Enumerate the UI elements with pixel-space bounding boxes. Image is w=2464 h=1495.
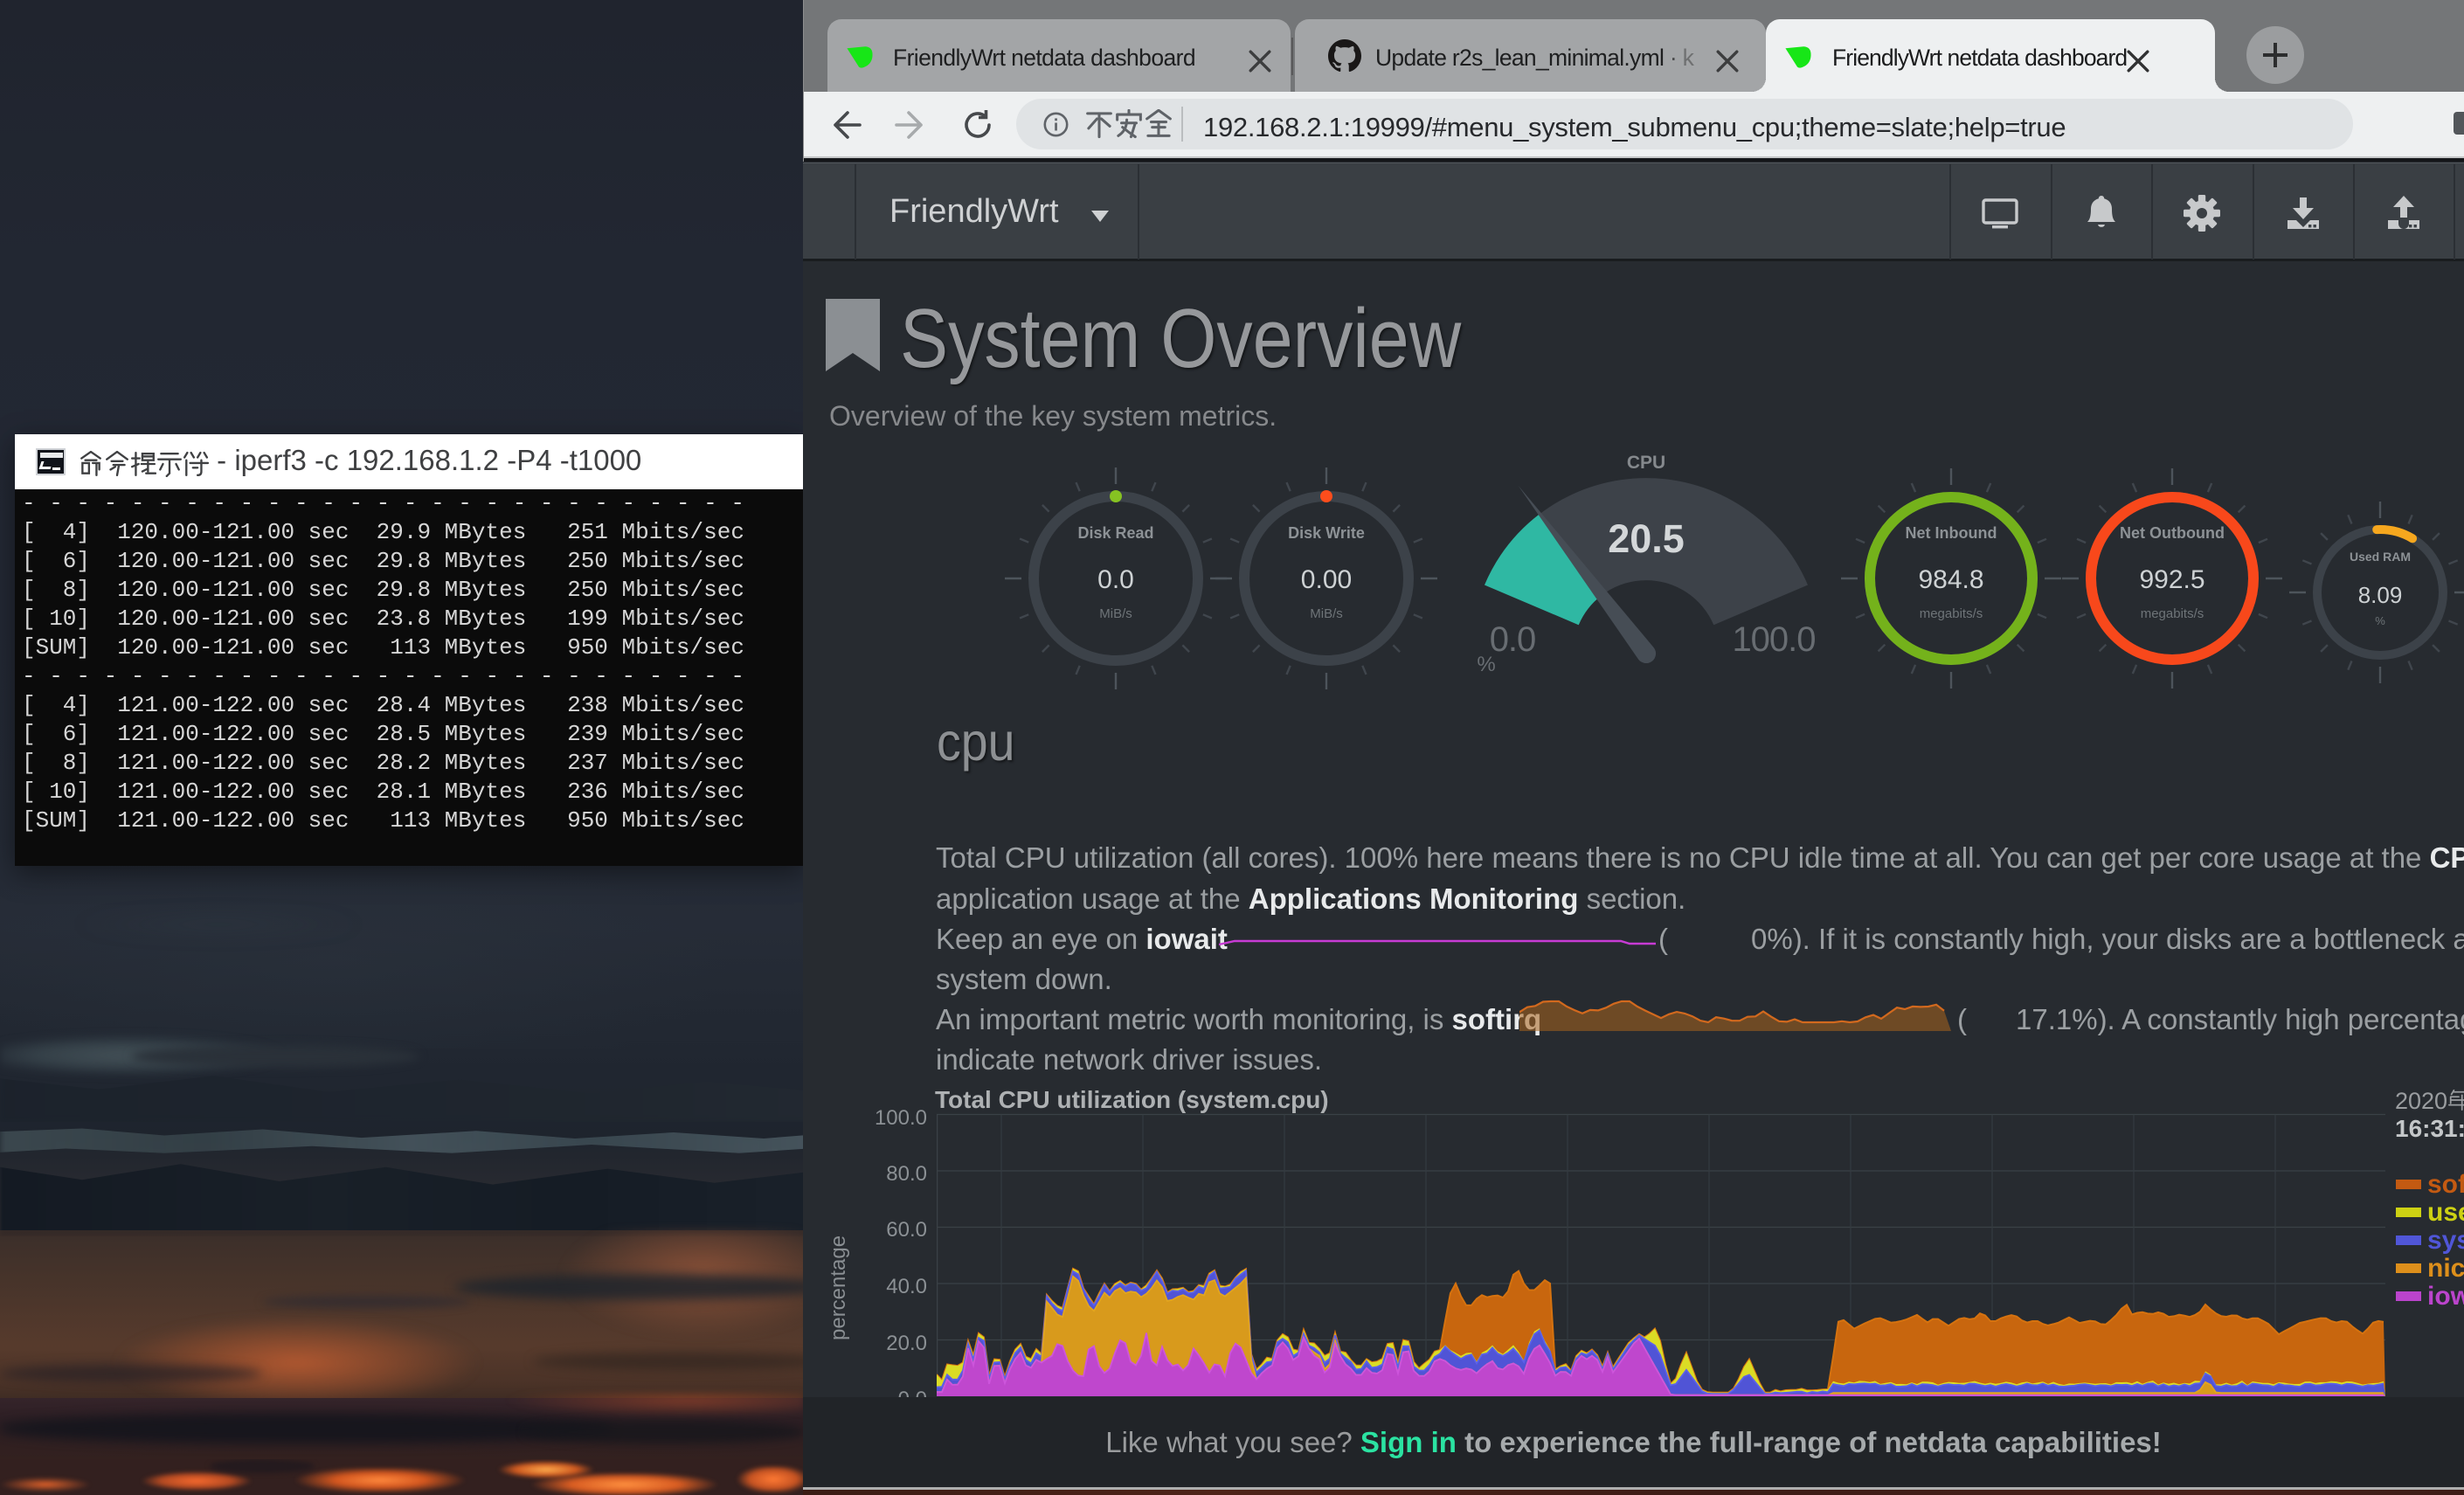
svg-text:CPU: CPU	[1627, 453, 1665, 473]
svg-text:%: %	[1477, 653, 1495, 676]
svg-text:Disk Read: Disk Read	[1077, 524, 1153, 542]
svg-text:Net Inbound: Net Inbound	[1906, 524, 1997, 542]
svg-text:megabits/s: megabits/s	[2141, 606, 2204, 621]
svg-text:0.0: 0.0	[1490, 620, 1536, 659]
svg-text:992.5: 992.5	[2139, 565, 2204, 594]
svg-text:MiB/s: MiB/s	[1099, 606, 1132, 621]
svg-text:Used RAM: Used RAM	[2350, 550, 2411, 564]
svg-text:20.5: 20.5	[1608, 516, 1685, 561]
svg-text:MiB/s: MiB/s	[1310, 606, 1343, 621]
svg-text:Net Outbound: Net Outbound	[2120, 524, 2225, 542]
svg-text:Disk Write: Disk Write	[1288, 524, 1365, 542]
svg-text:8.09: 8.09	[2358, 582, 2403, 608]
svg-text:984.8: 984.8	[1918, 565, 1983, 594]
svg-text:0.0: 0.0	[1097, 565, 1134, 594]
svg-text:%: %	[2375, 614, 2385, 627]
svg-text:megabits/s: megabits/s	[1920, 606, 1983, 621]
svg-text:100.0: 100.0	[1732, 620, 1815, 659]
svg-text:0.00: 0.00	[1301, 565, 1352, 594]
